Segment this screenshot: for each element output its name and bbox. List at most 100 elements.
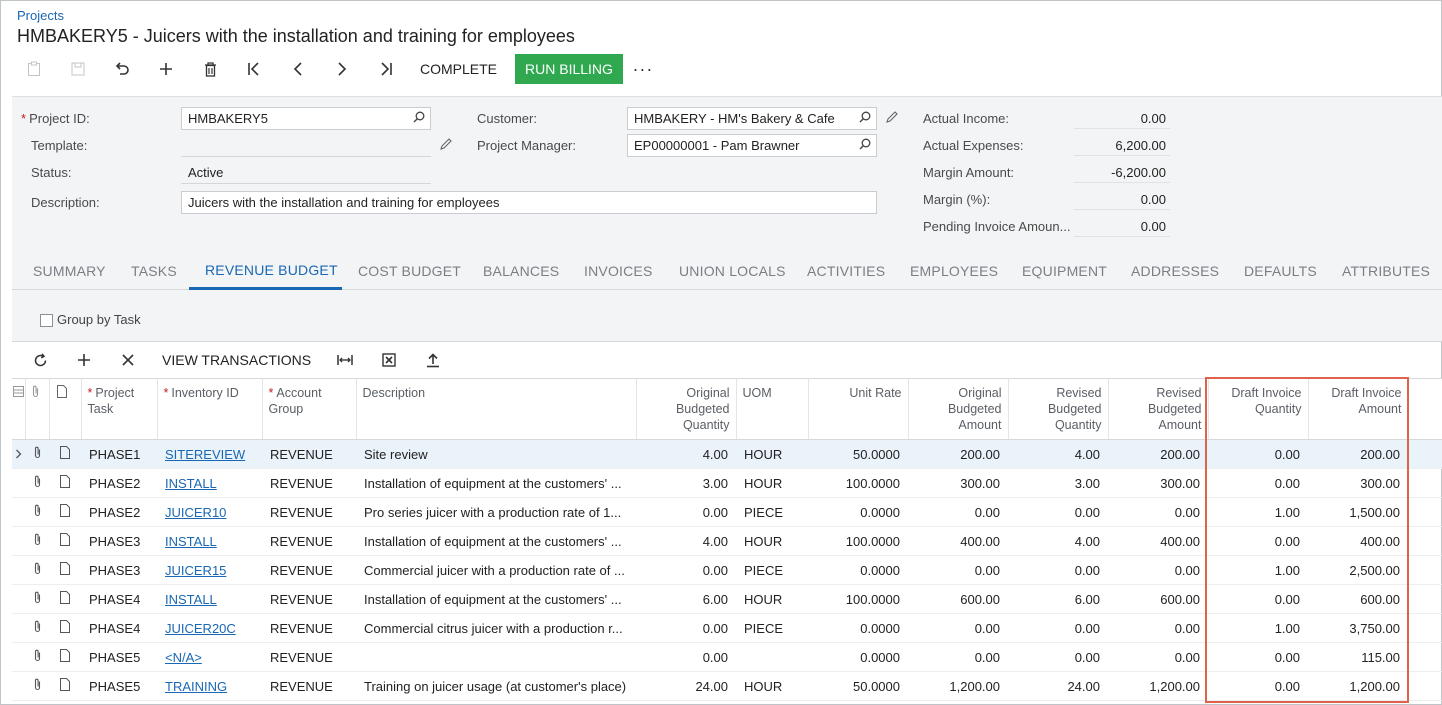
- cell-revised-budgeted-quantity[interactable]: 0.00: [1008, 642, 1108, 672]
- table-row[interactable]: PHASE5 <N/A> REVENUE 0.00 0.0000 0.00 0.00 0.00…: [12, 642, 1442, 672]
- cell-project-task[interactable]: PHASE4: [81, 584, 157, 614]
- cell-draft-invoice-quantity[interactable]: 0.00: [1208, 526, 1308, 556]
- cell-account-group[interactable]: REVENUE: [262, 555, 356, 585]
- row-selector-chevron-icon[interactable]: [12, 642, 25, 672]
- cell-draft-invoice-quantity[interactable]: 0.00: [1208, 468, 1308, 498]
- previous-record-icon[interactable]: [276, 54, 320, 84]
- cell-revised-budgeted-quantity[interactable]: 6.00: [1008, 584, 1108, 614]
- cell-original-budgeted-amount[interactable]: 300.00: [908, 468, 1008, 498]
- cell-description[interactable]: Installation of equipment at the custome…: [356, 584, 636, 614]
- add-icon[interactable]: [144, 54, 188, 84]
- cell-description[interactable]: Installation of equipment at the custome…: [356, 526, 636, 556]
- cell-draft-invoice-quantity[interactable]: 0.00: [1208, 584, 1308, 614]
- inventory-link[interactable]: INSTALL: [165, 476, 217, 491]
- cell-inventory-id[interactable]: INSTALL: [157, 526, 262, 556]
- paperclip-icon[interactable]: [25, 671, 49, 701]
- cell-description[interactable]: [356, 642, 636, 672]
- inventory-link[interactable]: <N/A>: [165, 650, 202, 665]
- col-draft-invoice-quantity[interactable]: Draft Invoice Quantity: [1208, 378, 1309, 440]
- cell-revised-budgeted-amount[interactable]: 400.00: [1108, 526, 1208, 556]
- table-row[interactable]: PHASE3 JUICER15 REVENUE Commercial juicer w…: [12, 555, 1442, 585]
- cell-inventory-id[interactable]: INSTALL: [157, 584, 262, 614]
- cell-inventory-id[interactable]: JUICER20C: [157, 613, 262, 643]
- cell-project-task[interactable]: PHASE2: [81, 497, 157, 527]
- cell-description[interactable]: Site review: [356, 439, 636, 469]
- customer-field[interactable]: HMBAKERY - HM's Bakery & Cafe: [627, 107, 877, 130]
- cell-draft-invoice-amount[interactable]: 2,500.00: [1308, 555, 1408, 585]
- cell-uom[interactable]: [736, 642, 808, 672]
- table-row[interactable]: PHASE4 JUICER20C REVENUE Commercial citrus …: [12, 613, 1442, 643]
- cell-unit-rate[interactable]: 0.0000: [808, 642, 908, 672]
- note-icon[interactable]: [49, 671, 81, 701]
- col-inventory-id[interactable]: * Inventory ID: [157, 378, 263, 440]
- add-row-icon[interactable]: [62, 345, 106, 375]
- cell-draft-invoice-quantity[interactable]: 0.00: [1208, 439, 1308, 469]
- cell-revised-budgeted-quantity[interactable]: 0.00: [1008, 613, 1108, 643]
- inventory-link[interactable]: JUICER10: [165, 505, 226, 520]
- row-selector-chevron-icon[interactable]: [12, 584, 25, 614]
- col-uom[interactable]: UOM: [736, 378, 809, 440]
- template-field[interactable]: [181, 134, 431, 157]
- row-selector-chevron-icon[interactable]: [12, 613, 25, 643]
- cell-description[interactable]: Commercial citrus juicer with a producti…: [356, 613, 636, 643]
- note-icon[interactable]: [49, 468, 81, 498]
- cell-original-budgeted-quantity[interactable]: 4.00: [636, 439, 736, 469]
- cell-inventory-id[interactable]: SITEREVIEW: [157, 439, 262, 469]
- col-original-budgeted-amount[interactable]: Original Budgeted Amount: [908, 378, 1009, 440]
- col-project-task[interactable]: * Project Task: [81, 378, 158, 440]
- cell-draft-invoice-amount[interactable]: 1,500.00: [1308, 497, 1408, 527]
- cell-revised-budgeted-quantity[interactable]: 3.00: [1008, 468, 1108, 498]
- col-draft-invoice-amount[interactable]: Draft Invoice Amount: [1308, 378, 1409, 440]
- paperclip-icon[interactable]: [25, 468, 49, 498]
- delete-icon[interactable]: [188, 54, 232, 84]
- note-icon[interactable]: [49, 642, 81, 672]
- cell-draft-invoice-amount[interactable]: 1,200.00: [1308, 671, 1408, 701]
- cell-original-budgeted-quantity[interactable]: 0.00: [636, 497, 736, 527]
- cell-original-budgeted-amount[interactable]: 0.00: [908, 555, 1008, 585]
- row-selector-chevron-icon[interactable]: [12, 497, 25, 527]
- cell-draft-invoice-amount[interactable]: 600.00: [1308, 584, 1408, 614]
- cell-project-task[interactable]: PHASE4: [81, 613, 157, 643]
- row-selector-chevron-icon[interactable]: [12, 555, 25, 585]
- cell-inventory-id[interactable]: TRAINING: [157, 671, 262, 701]
- tab-balances[interactable]: BALANCES: [483, 263, 559, 279]
- tab-revenue-budget[interactable]: REVENUE BUDGET: [205, 262, 338, 278]
- cell-account-group[interactable]: REVENUE: [262, 671, 356, 701]
- cell-revised-budgeted-amount[interactable]: 0.00: [1108, 613, 1208, 643]
- delete-row-icon[interactable]: [106, 345, 150, 375]
- cell-draft-invoice-quantity[interactable]: 1.00: [1208, 497, 1308, 527]
- tab-invoices[interactable]: INVOICES: [584, 263, 653, 279]
- inventory-link[interactable]: INSTALL: [165, 592, 217, 607]
- cell-original-budgeted-quantity[interactable]: 24.00: [636, 671, 736, 701]
- row-selector-chevron-icon[interactable]: [12, 468, 25, 498]
- col-original-budgeted-quantity[interactable]: Original Budgeted Quantity: [636, 378, 737, 440]
- cell-draft-invoice-quantity[interactable]: 0.00: [1208, 642, 1308, 672]
- cell-project-task[interactable]: PHASE1: [81, 439, 157, 469]
- tab-cost-budget[interactable]: COST BUDGET: [358, 263, 461, 279]
- tab-activities[interactable]: ACTIVITIES: [807, 263, 885, 279]
- cell-account-group[interactable]: REVENUE: [262, 439, 356, 469]
- cell-unit-rate[interactable]: 0.0000: [808, 497, 908, 527]
- complete-button[interactable]: COMPLETE: [408, 54, 509, 84]
- group-by-task-checkbox[interactable]: [40, 314, 53, 327]
- project-manager-field[interactable]: EP00000001 - Pam Brawner: [627, 134, 877, 157]
- table-row[interactable]: PHASE2 INSTALL REVENUE Installation of equi…: [12, 468, 1442, 498]
- cell-project-task[interactable]: PHASE3: [81, 526, 157, 556]
- inventory-link[interactable]: SITEREVIEW: [165, 447, 245, 462]
- cell-unit-rate[interactable]: 0.0000: [808, 613, 908, 643]
- group-by-task-label[interactable]: Group by Task: [57, 312, 141, 327]
- cell-revised-budgeted-amount[interactable]: 600.00: [1108, 584, 1208, 614]
- note-icon[interactable]: [49, 584, 81, 614]
- row-selector-chevron-icon[interactable]: [12, 671, 25, 701]
- cell-account-group[interactable]: REVENUE: [262, 468, 356, 498]
- cell-account-group[interactable]: REVENUE: [262, 613, 356, 643]
- cell-description[interactable]: Pro series juicer with a production rate…: [356, 497, 636, 527]
- col-description[interactable]: Description: [356, 378, 637, 440]
- cell-revised-budgeted-amount[interactable]: 0.00: [1108, 642, 1208, 672]
- refresh-icon[interactable]: [18, 345, 62, 375]
- row-selector-chevron-icon[interactable]: [12, 439, 25, 469]
- paperclip-icon[interactable]: [25, 584, 49, 614]
- inventory-link[interactable]: TRAINING: [165, 679, 227, 694]
- cell-original-budgeted-quantity[interactable]: 0.00: [636, 642, 736, 672]
- note-icon[interactable]: [49, 613, 81, 643]
